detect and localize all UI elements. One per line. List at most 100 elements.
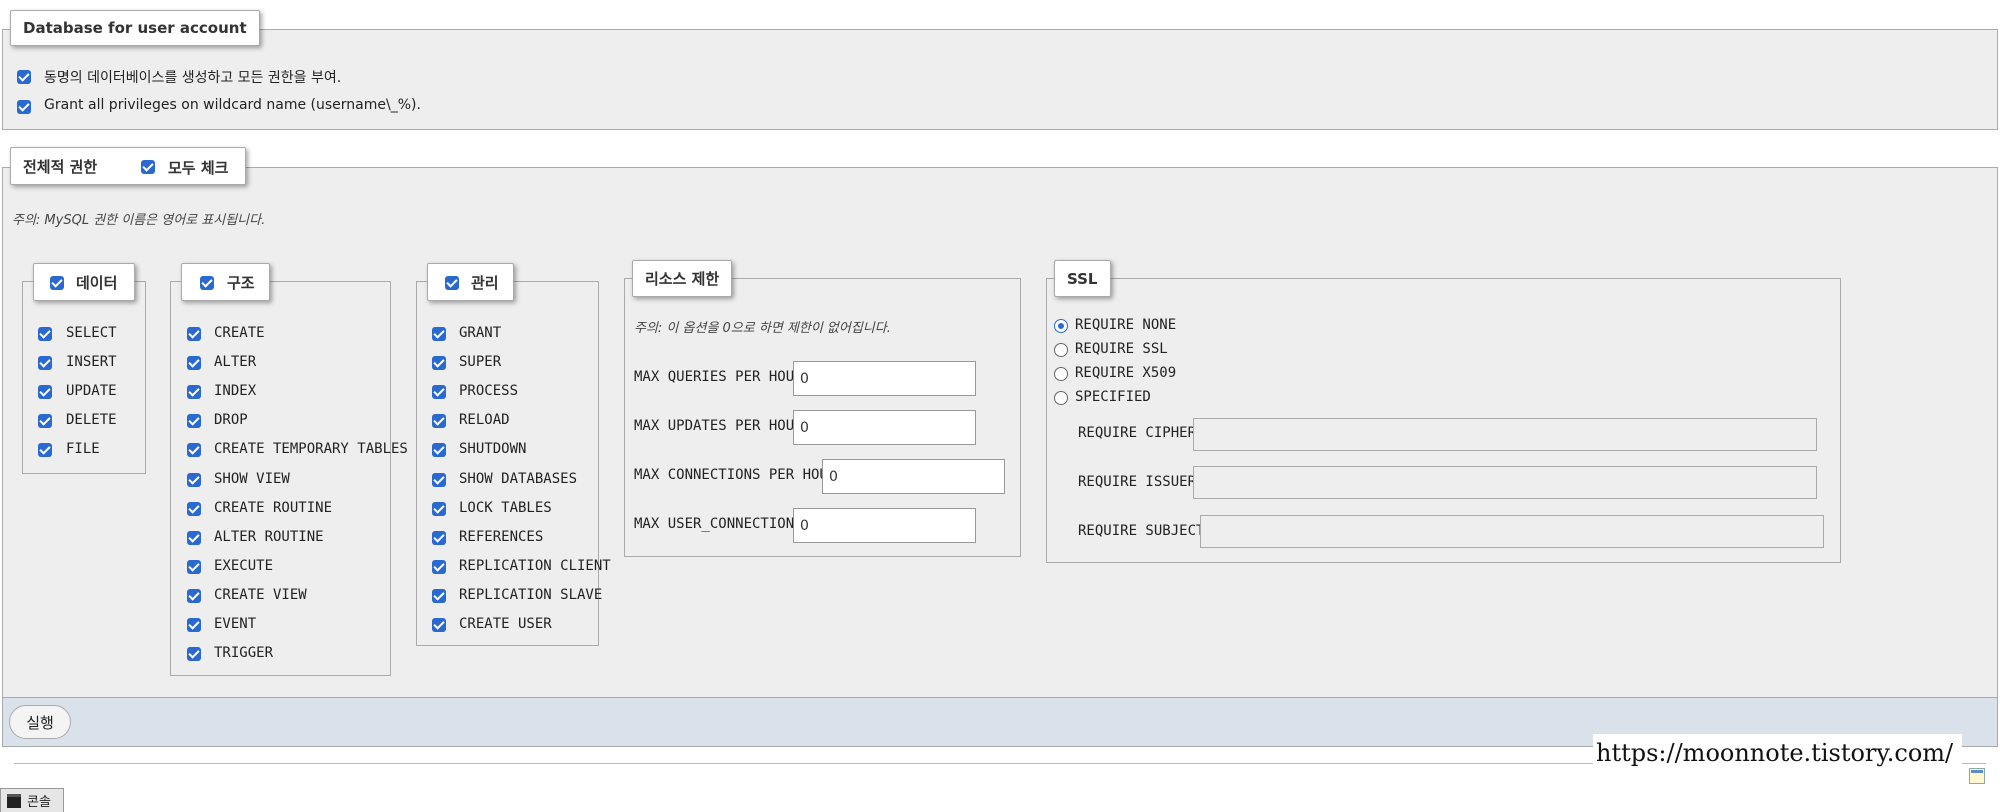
data-privilege-checkbox[interactable] (38, 414, 52, 429)
admin-privilege-checkbox[interactable] (432, 501, 446, 516)
structure-privilege-label[interactable]: TRIGGER (214, 645, 273, 661)
create-db-checkbox[interactable] (17, 70, 31, 84)
data-group-title: 데이터 (76, 273, 118, 292)
require-subject-input[interactable] (1200, 515, 1824, 548)
admin-privilege-label[interactable]: CREATE USER (459, 616, 552, 632)
admin-privilege-checkbox[interactable] (432, 414, 446, 429)
admin-privilege-label[interactable]: SUPER (459, 354, 501, 370)
require-issuer-label: REQUIRE ISSUER (1078, 474, 1197, 490)
ssl-option-label[interactable]: REQUIRE X509 (1075, 365, 1176, 381)
max-updates-input[interactable]: 0 (793, 410, 976, 445)
console-label: 콘솔 (27, 795, 51, 810)
admin-privilege-label[interactable]: GRANT (459, 325, 501, 341)
structure-group-legend: 구조 (181, 263, 270, 301)
grant-wildcard-label[interactable]: Grant all privileges on wildcard name (u… (44, 97, 421, 113)
ssl-option-radio[interactable] (1054, 391, 1068, 405)
structure-privilege-label[interactable]: SHOW VIEW (214, 471, 290, 487)
ssl-option-radio[interactable] (1054, 367, 1068, 381)
admin-privilege-checkbox[interactable] (432, 472, 446, 487)
admin-group-checkbox[interactable] (445, 276, 459, 290)
require-cipher-label: REQUIRE CIPHER (1078, 425, 1197, 441)
data-privilege-label[interactable]: DELETE (66, 412, 117, 428)
ssl-option-label[interactable]: SPECIFIED (1075, 389, 1151, 405)
admin-privilege-label[interactable]: RELOAD (459, 412, 510, 428)
max-user-connections-input[interactable]: 0 (793, 508, 976, 543)
console-tab[interactable]: 콘솔 (0, 788, 64, 812)
structure-privilege-checkbox[interactable] (187, 414, 201, 429)
page-settings-icon[interactable] (1969, 768, 1985, 784)
data-privilege-label[interactable]: UPDATE (66, 383, 117, 399)
watermark: https://moonnote.tistory.com/ (1593, 734, 1962, 772)
require-issuer-input[interactable] (1193, 466, 1817, 499)
structure-privilege-label[interactable]: ALTER (214, 354, 256, 370)
resource-limits-note: 주의: 이 옵션을 0으로 하면 제한이 없어집니다. (634, 321, 891, 336)
max-queries-label: MAX QUERIES PER HOUR (634, 369, 803, 385)
ssl-legend: SSL (1054, 260, 1111, 297)
admin-privilege-checkbox[interactable] (432, 385, 446, 400)
ssl-option-radio[interactable] (1054, 319, 1068, 333)
data-privilege-checkbox[interactable] (38, 327, 52, 341)
structure-privilege-checkbox[interactable] (187, 443, 201, 458)
structure-privilege-checkbox[interactable] (187, 327, 201, 341)
check-all-label[interactable]: 모두 체크 (168, 157, 228, 178)
grant-wildcard-checkbox[interactable] (17, 100, 31, 114)
ssl-option-label[interactable]: REQUIRE NONE (1075, 317, 1176, 333)
admin-privilege-checkbox[interactable] (432, 530, 446, 545)
ssl-option-label[interactable]: REQUIRE SSL (1075, 341, 1168, 357)
structure-privilege-checkbox[interactable] (187, 559, 201, 574)
structure-privilege-checkbox[interactable] (187, 618, 201, 632)
admin-privilege-checkbox[interactable] (432, 356, 446, 371)
structure-privilege-checkbox[interactable] (187, 472, 201, 487)
create-db-label[interactable]: 동명의 데이터베이스를 생성하고 모든 권한을 부여. (44, 67, 341, 87)
max-updates-label: MAX UPDATES PER HOUR (634, 418, 803, 434)
structure-privilege-checkbox[interactable] (187, 530, 201, 545)
data-privilege-checkbox[interactable] (38, 385, 52, 400)
max-connections-input[interactable]: 0 (822, 459, 1005, 494)
max-user-connections-label: MAX USER_CONNECTIONS (634, 516, 803, 532)
max-queries-input[interactable]: 0 (793, 361, 976, 396)
admin-privilege-label[interactable]: LOCK TABLES (459, 500, 552, 516)
check-all-checkbox[interactable] (141, 160, 155, 174)
structure-group-checkbox[interactable] (200, 276, 214, 290)
admin-privilege-label[interactable]: PROCESS (459, 383, 518, 399)
structure-privilege-label[interactable]: CREATE (214, 325, 265, 341)
console-icon (7, 793, 21, 808)
data-privilege-label[interactable]: FILE (66, 441, 100, 457)
admin-privilege-checkbox[interactable] (432, 443, 446, 458)
data-privilege-checkbox[interactable] (38, 443, 52, 458)
structure-privilege-checkbox[interactable] (187, 356, 201, 371)
data-privilege-checkbox[interactable] (38, 356, 52, 371)
admin-privilege-label[interactable]: REPLICATION SLAVE (459, 587, 602, 603)
structure-privilege-label[interactable]: CREATE ROUTINE (214, 500, 332, 516)
admin-privilege-label[interactable]: REPLICATION CLIENT (459, 558, 611, 574)
admin-privilege-checkbox[interactable] (432, 327, 446, 341)
admin-privilege-label[interactable]: SHUTDOWN (459, 441, 526, 457)
global-privileges-legend: 전체적 권한 모두 체크 (10, 147, 246, 185)
admin-privilege-label[interactable]: SHOW DATABASES (459, 471, 577, 487)
structure-privilege-label[interactable]: EVENT (214, 616, 256, 632)
admin-privilege-checkbox[interactable] (432, 618, 446, 632)
admin-group-legend: 관리 (427, 263, 514, 301)
structure-privilege-label[interactable]: EXECUTE (214, 558, 273, 574)
data-privilege-label[interactable]: SELECT (66, 325, 117, 341)
structure-privilege-checkbox[interactable] (187, 385, 201, 400)
data-group-checkbox[interactable] (50, 276, 64, 290)
admin-privilege-checkbox[interactable] (432, 588, 446, 603)
structure-privilege-label[interactable]: CREATE TEMPORARY TABLES (214, 441, 408, 457)
admin-privilege-label[interactable]: REFERENCES (459, 529, 543, 545)
ssl-option-radio[interactable] (1054, 343, 1068, 357)
admin-privilege-checkbox[interactable] (432, 559, 446, 574)
submit-button[interactable]: 실행 (9, 705, 71, 739)
structure-privilege-checkbox[interactable] (187, 588, 201, 603)
require-cipher-input[interactable] (1193, 418, 1817, 451)
admin-group-title: 관리 (471, 273, 499, 292)
data-privilege-label[interactable]: INSERT (66, 354, 117, 370)
structure-privilege-label[interactable]: ALTER ROUTINE (214, 529, 324, 545)
mysql-names-note: 주의: MySQL 권한 이름은 영어로 표시됩니다. (12, 213, 266, 228)
structure-privilege-label[interactable]: INDEX (214, 383, 256, 399)
structure-privilege-label[interactable]: DROP (214, 412, 248, 428)
structure-privilege-label[interactable]: CREATE VIEW (214, 587, 307, 603)
global-privileges-title: 전체적 권한 (23, 157, 98, 176)
structure-privilege-checkbox[interactable] (187, 647, 201, 662)
structure-privilege-checkbox[interactable] (187, 501, 201, 516)
